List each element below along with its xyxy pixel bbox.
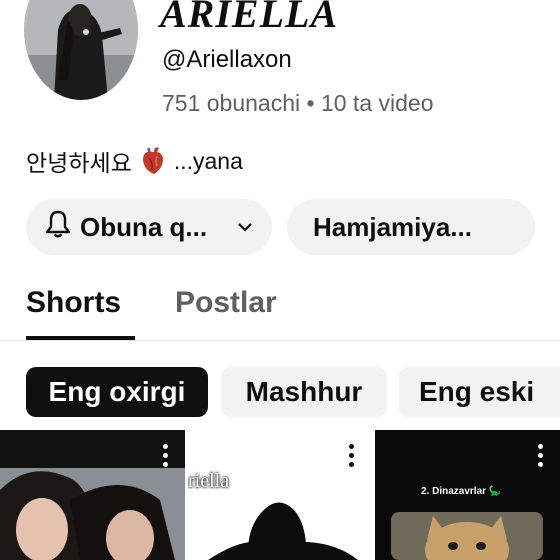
bell-icon: [42, 208, 74, 247]
tab-shorts[interactable]: Shorts: [26, 286, 121, 320]
channel-avatar[interactable]: [24, 0, 138, 100]
more-options-icon[interactable]: [538, 444, 544, 467]
short-thumbnail[interactable]: riella: [188, 430, 372, 560]
anatomical-heart-icon: [140, 146, 166, 176]
channel-stats: 751 obunachi • 10 ta video: [162, 90, 434, 116]
short-thumbnail[interactable]: [0, 430, 185, 560]
tab-divider: [0, 340, 560, 341]
filter-chip-latest[interactable]: Eng oxirgi: [26, 367, 208, 417]
short-thumbnail[interactable]: 2. Dinazavrlar 🦕: [375, 430, 560, 560]
short-overlay-text: riella: [188, 470, 230, 492]
channel-bio[interactable]: 안녕하세요 ...yana: [26, 144, 243, 178]
community-button[interactable]: Hamjamiya...: [287, 199, 535, 255]
bio-greeting: 안녕하세요: [26, 150, 132, 176]
filter-chip-oldest[interactable]: Eng eski: [399, 367, 560, 417]
subscribe-label: Obuna q...: [80, 211, 208, 242]
bio-more-text: ...yana: [173, 147, 243, 174]
filter-chip-popular[interactable]: Mashhur: [221, 367, 387, 417]
channel-handle: @Ariellaxon: [162, 46, 292, 73]
subscribe-button[interactable]: Obuna q...: [26, 199, 272, 255]
tab-posts[interactable]: Postlar: [175, 286, 277, 320]
community-label: Hamjamiya...: [313, 211, 472, 242]
channel-title: ARIELLA: [160, 0, 339, 36]
more-options-icon[interactable]: [163, 444, 169, 467]
more-options-icon[interactable]: [349, 444, 355, 467]
chevron-down-icon: [237, 221, 253, 233]
short-overlay-text: 2. Dinazavrlar 🦕: [421, 486, 502, 497]
